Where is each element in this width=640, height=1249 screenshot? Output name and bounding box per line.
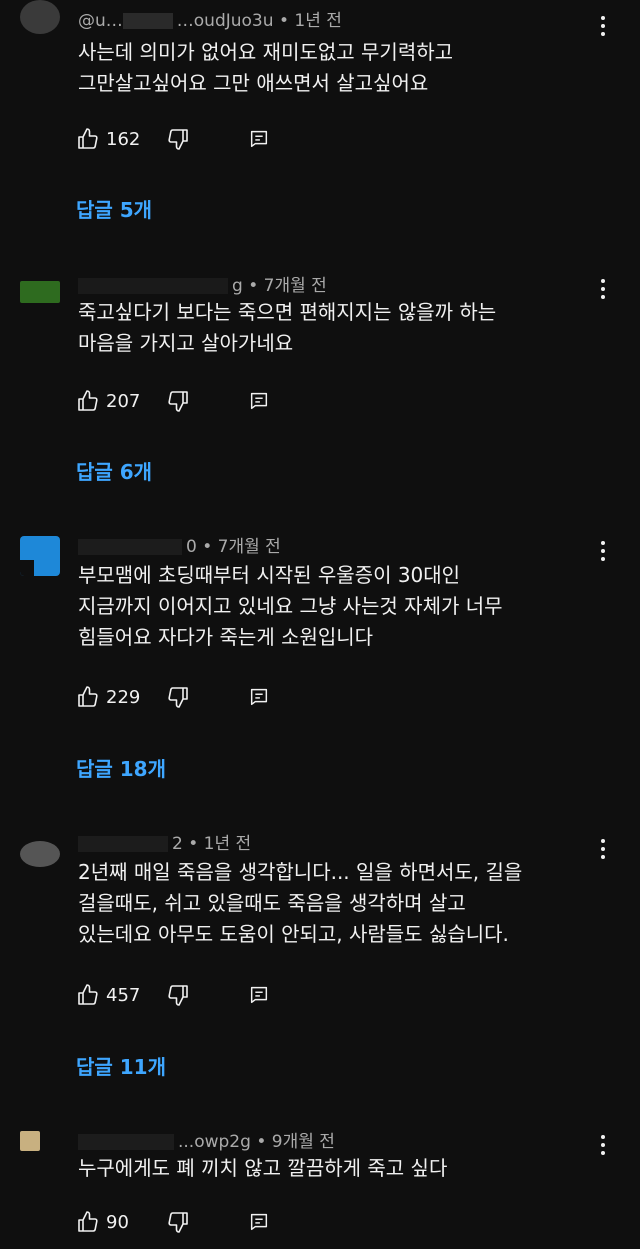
comment-reply-icon[interactable] [248, 390, 270, 412]
thumbs-up-icon[interactable] [76, 389, 100, 413]
comment-time[interactable]: 1년 전 [294, 11, 342, 31]
comment-text: 죽고싶다기 보다는 죽으면 편해지지는 않을까 하는 마음을 가지고 살아가네요 [78, 300, 497, 355]
more-vert-icon[interactable] [596, 277, 610, 301]
comment-actions: 229 [76, 684, 270, 710]
comment-time[interactable]: 9개월 전 [272, 1132, 335, 1152]
comment-time[interactable]: 7개월 전 [264, 276, 327, 296]
comment-meta: ...owp2g • 9개월 전 [78, 1127, 335, 1152]
avatar[interactable] [20, 281, 60, 303]
like-count: 162 [106, 128, 141, 150]
comment-meta: 2 • 1년 전 [78, 829, 251, 854]
thumbs-down-icon[interactable] [166, 389, 190, 413]
avatar-cutout [20, 560, 34, 576]
thumbs-down-icon[interactable] [166, 685, 190, 709]
blurred-author [78, 1134, 174, 1150]
author-name-tail[interactable]: ...owp2g [178, 1132, 251, 1152]
blurred-author [122, 13, 173, 29]
comment-reply-icon[interactable] [248, 984, 270, 1006]
comment-text: 부모맴에 초딩때부터 시작된 우울증이 30대인 지금까지 이어지고 있네요 그… [78, 563, 503, 649]
comment-meta: g • 7개월 전 [78, 271, 327, 296]
author-name-tail[interactable]: 2 [172, 834, 183, 854]
thumbs-up-icon[interactable] [76, 127, 100, 151]
like-count: 457 [106, 984, 141, 1006]
thumbs-down-icon[interactable] [166, 127, 190, 151]
like-count: 207 [106, 390, 141, 412]
more-vert-icon[interactable] [596, 539, 610, 563]
meta-separator: • [188, 834, 199, 854]
meta-separator: • [202, 537, 213, 557]
replies-button[interactable]: 답글 5개 [76, 194, 152, 223]
comment-meta: 0 • 7개월 전 [78, 532, 281, 557]
blurred-author [78, 836, 168, 852]
comment-meta: @u… …oudJuo3u • 1년 전 [78, 6, 342, 31]
meta-separator: • [278, 11, 289, 31]
thumbs-up-icon[interactable] [76, 983, 100, 1007]
like-count: 90 [106, 1211, 129, 1233]
author-name-tail[interactable]: 0 [186, 537, 197, 557]
comment-time[interactable]: 1년 전 [204, 834, 252, 854]
blurred-author [78, 539, 182, 555]
author-name-tail[interactable]: …oudJuo3u [177, 11, 274, 31]
avatar[interactable] [20, 536, 60, 576]
comment-reply-icon[interactable] [248, 1211, 270, 1233]
avatar[interactable] [20, 0, 60, 34]
like-count: 229 [106, 686, 141, 708]
comment-actions: 162 [76, 126, 270, 152]
thumbs-up-icon[interactable] [76, 685, 100, 709]
comment-reply-icon[interactable] [248, 686, 270, 708]
thumbs-down-icon[interactable] [166, 983, 190, 1007]
replies-button[interactable]: 답글 18개 [76, 753, 166, 782]
comment-actions: 207 [76, 388, 270, 414]
thumbs-down-icon[interactable] [166, 1210, 190, 1234]
avatar[interactable] [20, 841, 60, 867]
thumbs-up-icon[interactable] [76, 1210, 100, 1234]
comment-time[interactable]: 7개월 전 [218, 537, 281, 557]
comment-text: 사는데 의미가 없어요 재미도없고 무기력하고 그만살고싶어요 그만 애쓰면서 … [78, 40, 454, 95]
comment-text: 2년째 매일 죽음을 생각합니다... 일을 하면서도, 길을 걸을때도, 쉬고… [78, 860, 523, 946]
replies-button[interactable]: 답글 11개 [76, 1051, 166, 1080]
comment-actions: 90 [76, 1209, 270, 1235]
more-vert-icon[interactable] [596, 1133, 610, 1157]
more-vert-icon[interactable] [596, 14, 610, 38]
author-name-tail[interactable]: g [232, 276, 243, 296]
replies-button[interactable]: 답글 6개 [76, 456, 152, 485]
author-name[interactable]: @u… [78, 11, 123, 31]
meta-separator: • [256, 1132, 267, 1152]
meta-separator: • [248, 276, 259, 296]
comment-text: 누구에게도 폐 끼치 않고 깔끔하게 죽고 싶다 [78, 1156, 448, 1180]
blurred-author [78, 278, 228, 294]
comment-reply-icon[interactable] [248, 128, 270, 150]
avatar[interactable] [20, 1131, 40, 1151]
comment-actions: 457 [76, 982, 270, 1008]
